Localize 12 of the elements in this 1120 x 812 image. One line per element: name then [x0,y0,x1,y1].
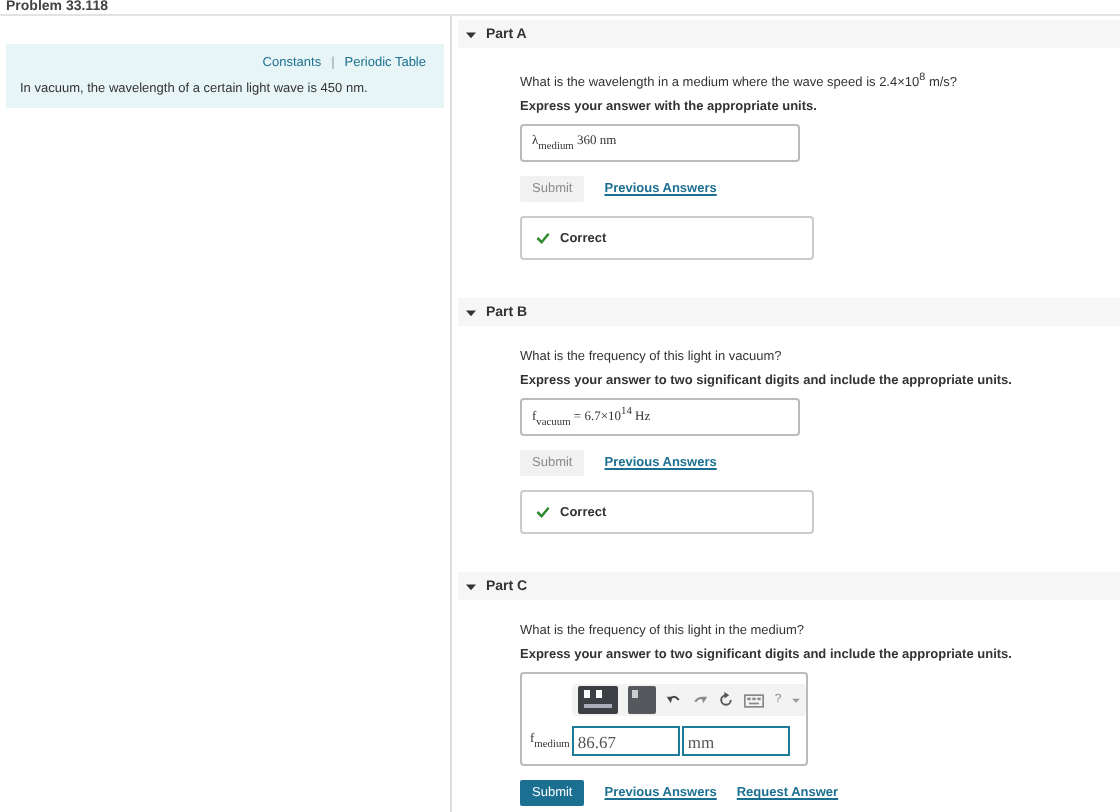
value-field[interactable]: 86.67 [571,726,680,757]
caret-icon[interactable] [791,696,800,705]
keyboard-icon[interactable] [744,693,765,708]
caret-icon [466,307,476,318]
units-field[interactable]: mm [681,726,790,757]
caret-icon [466,581,476,592]
caret-icon [466,29,476,39]
checkmark-icon [536,232,550,245]
reset-icon[interactable] [718,692,735,709]
redo-icon[interactable] [692,692,709,709]
checkmark-icon [536,506,550,519]
undo-icon[interactable] [666,692,683,709]
